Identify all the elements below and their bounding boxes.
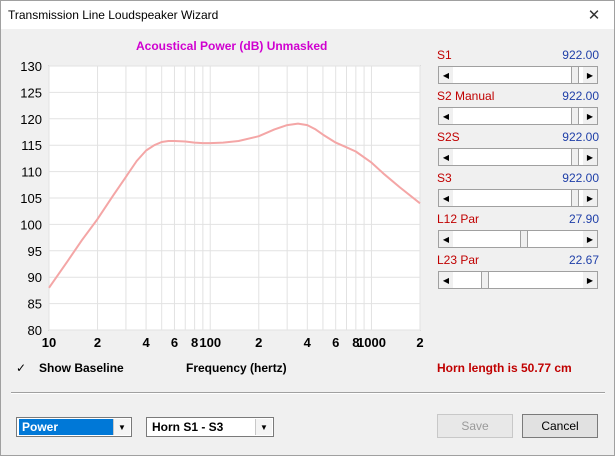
arrow-right-icon[interactable]: ▶	[583, 231, 597, 247]
arrow-right-icon[interactable]: ▶	[583, 272, 597, 288]
slider-label: L12 Par	[437, 212, 480, 226]
arrow-left-icon[interactable]: ◀	[439, 149, 453, 165]
mode-dropdown-value: Power	[19, 419, 113, 435]
slider-value: 922.00	[562, 171, 599, 185]
slider-value: 22.67	[568, 253, 599, 267]
slider-thumb[interactable]	[481, 272, 490, 288]
arrow-left-icon[interactable]: ◀	[439, 67, 453, 83]
x-tick-label: 4	[304, 335, 312, 350]
wizard-window: Transmission Line Loudspeaker Wizard ✕ A…	[0, 0, 615, 456]
arrow-left-icon[interactable]: ◀	[439, 108, 453, 124]
y-tick-label: 105	[20, 191, 42, 206]
arrow-right-icon[interactable]: ▶	[583, 67, 597, 83]
slider-label: S2S	[437, 130, 460, 144]
arrow-right-icon[interactable]: ▶	[583, 108, 597, 124]
y-tick-label: 100	[20, 217, 42, 232]
x-tick-label: 4	[142, 335, 150, 350]
y-tick-label: 115	[21, 138, 42, 153]
section-dropdown-value: Horn S1 - S3	[152, 420, 224, 434]
x-tick-label: 2	[94, 335, 101, 350]
arrow-right-icon[interactable]: ▶	[583, 149, 597, 165]
x-tick-label: 8	[191, 335, 198, 350]
slider-value: 922.00	[562, 48, 599, 62]
y-tick-label: 130	[20, 59, 42, 74]
parameter-slider[interactable]: ◀ ▶	[438, 230, 598, 248]
slider-value: 922.00	[562, 130, 599, 144]
y-tick-label: 80	[28, 323, 42, 338]
parameter-slider[interactable]: ◀ ▶	[438, 189, 598, 207]
parameter-slider[interactable]: ◀ ▶	[438, 271, 598, 289]
mode-dropdown[interactable]: Power ▼	[16, 417, 132, 437]
horn-length-status: Horn length is 50.77 cm	[437, 361, 572, 375]
y-tick-label: 85	[28, 297, 42, 312]
show-baseline-checkbox[interactable]: ✓	[16, 362, 28, 374]
slider-label: L23 Par	[437, 253, 480, 267]
x-tick-label: 1000	[357, 335, 386, 350]
x-tick-label: 2	[416, 335, 423, 350]
arrow-right-icon[interactable]: ▶	[583, 190, 597, 206]
x-tick-label: 6	[171, 335, 178, 350]
save-button[interactable]: Save	[437, 414, 513, 438]
slider-thumb[interactable]	[571, 108, 580, 124]
cancel-button[interactable]: Cancel	[522, 414, 598, 438]
acoustical-power-chart: 8085909510010511011512012513010 2 4 6 8 100 2 4…	[20, 59, 423, 350]
section-dropdown[interactable]: Horn S1 - S3 ▼	[146, 417, 274, 437]
show-baseline-label[interactable]: Show Baseline	[39, 361, 124, 375]
parameter-slider[interactable]: ◀ ▶	[438, 107, 598, 125]
y-tick-label: 90	[28, 270, 42, 285]
arrow-left-icon[interactable]: ◀	[439, 231, 453, 247]
parameter-slider[interactable]: ◀ ▶	[438, 148, 598, 166]
slider-label: S1	[437, 48, 452, 62]
slider-thumb[interactable]	[571, 149, 580, 165]
divider	[11, 392, 605, 394]
y-tick-label: 110	[21, 165, 42, 180]
arrow-left-icon[interactable]: ◀	[439, 272, 453, 288]
x-tick-label: 6	[332, 335, 339, 350]
y-tick-label: 95	[28, 244, 42, 259]
slider-thumb[interactable]	[520, 231, 529, 247]
close-icon[interactable]: ✕	[574, 1, 614, 29]
slider-value: 922.00	[562, 89, 599, 103]
slider-label: S3	[437, 171, 452, 185]
y-tick-label: 125	[20, 85, 42, 100]
parameter-slider[interactable]: ◀ ▶	[438, 66, 598, 84]
slider-label: S2 Manual	[437, 89, 495, 103]
chevron-down-icon[interactable]: ▼	[255, 419, 272, 435]
x-tick-label: 2	[255, 335, 262, 350]
y-tick-label: 120	[20, 112, 42, 127]
slider-thumb[interactable]	[571, 190, 580, 206]
x-tick-label: 100	[199, 335, 221, 350]
arrow-left-icon[interactable]: ◀	[439, 190, 453, 206]
chevron-down-icon[interactable]: ▼	[113, 419, 130, 435]
x-tick-label: 10	[42, 335, 56, 350]
slider-value: 27.90	[568, 212, 599, 226]
frequency-axis-label: Frequency (hertz)	[186, 361, 287, 375]
slider-thumb[interactable]	[571, 67, 580, 83]
